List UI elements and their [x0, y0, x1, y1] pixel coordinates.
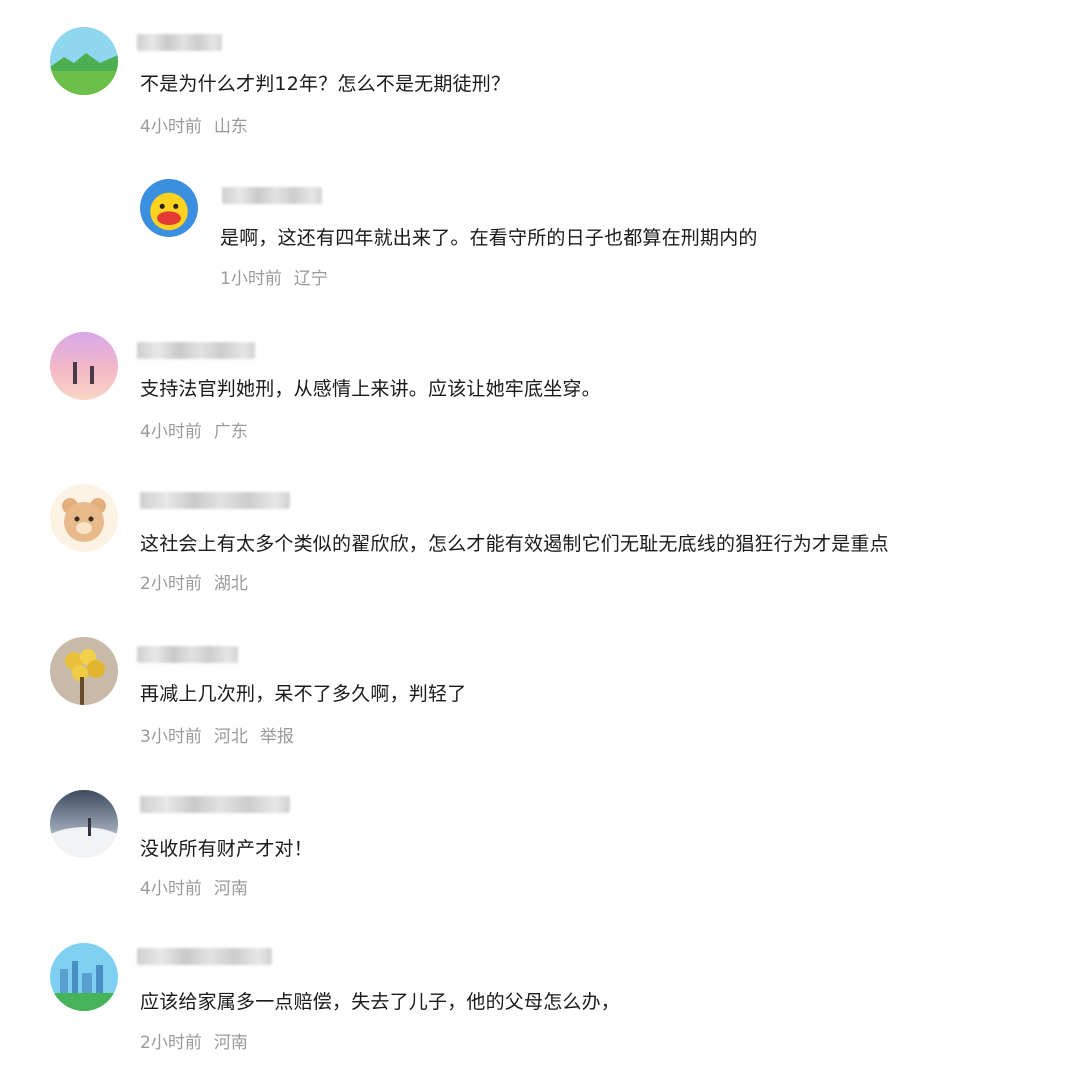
username-blurred[interactable] [137, 948, 272, 965]
reply-meta: 1小时前 辽宁 [220, 268, 340, 290]
comment-meta: 2小时前 湖北 [140, 573, 260, 595]
winter-avatar-icon[interactable] [50, 790, 118, 858]
comment-text: 不是为什么才判12年？怎么不是无期徒刑？ [140, 73, 511, 95]
comment-text: 应该给家属多一点赔偿，失去了儿子，他的父母怎么办， [140, 991, 621, 1013]
comment-time: 2小时前 [140, 574, 202, 594]
report-link[interactable]: 举报 [260, 727, 294, 747]
comment-meta: 4小时前 河南 [140, 878, 260, 900]
username-blurred[interactable] [140, 492, 290, 509]
comment-meta: 4小时前 广东 [140, 421, 260, 443]
comment-location: 山东 [213, 117, 248, 137]
reply-text: 是啊，这还有四年就出来了。在看守所的日子也都算在刑期内的 [220, 227, 758, 249]
reply-location: 辽宁 [293, 269, 328, 289]
comment-text: 再减上几次刑，呆不了多久啊，判轻了 [140, 683, 467, 705]
couple-sunset-avatar-icon[interactable] [50, 332, 118, 400]
comment-time: 3小时前 [140, 727, 202, 747]
comment-meta: 3小时前 河北 举报 [140, 726, 306, 748]
comment-location: 广东 [213, 422, 248, 442]
username-blurred[interactable] [137, 646, 238, 663]
comment-text: 支持法官判她刑，从感情上来讲。应该让她牢底坐穿。 [140, 378, 601, 400]
reply-time: 1小时前 [220, 269, 282, 289]
duck-avatar-icon[interactable] [140, 179, 198, 237]
bear-avatar-icon[interactable] [50, 484, 118, 552]
comment-time: 2小时前 [140, 1033, 202, 1053]
comment-meta: 2小时前 河南 [140, 1032, 260, 1054]
landscape-avatar-icon[interactable] [50, 27, 118, 95]
comment-time: 4小时前 [140, 879, 202, 899]
username-blurred[interactable] [137, 342, 255, 359]
comment-location: 河北 [213, 727, 248, 747]
username-blurred[interactable] [222, 187, 322, 204]
comment-location: 河南 [213, 879, 248, 899]
comment-item: 再减上几次刑，呆不了多久啊，判轻了 3小时前 河北 举报 [0, 610, 1080, 760]
comment-item: 支持法官判她刑，从感情上来讲。应该让她牢底坐穿。 4小时前 广东 [0, 310, 1080, 460]
comment-time: 4小时前 [140, 117, 202, 137]
comment-location: 湖北 [213, 574, 248, 594]
comment-item: 应该给家属多一点赔偿，失去了儿子，他的父母怎么办， 2小时前 河南 [0, 910, 1080, 1080]
comment-meta: 4小时前 山东 [140, 116, 260, 138]
flowers-avatar-icon[interactable] [50, 637, 118, 705]
comment-text: 没收所有财产才对！ [140, 838, 313, 860]
comment-text: 这社会上有太多个类似的翟欣欣，怎么才能有效遏制它们无耻无底线的猖狂行为才是重点 [140, 533, 889, 555]
username-blurred[interactable] [140, 796, 290, 813]
comment-item: 没收所有财产才对！ 4小时前 河南 [0, 760, 1080, 910]
username-blurred[interactable] [137, 34, 222, 51]
comment-time: 4小时前 [140, 422, 202, 442]
comment-item: 这社会上有太多个类似的翟欣欣，怎么才能有效遏制它们无耻无底线的猖狂行为才是重点 … [0, 460, 1080, 610]
city-skyline-avatar-icon[interactable] [50, 943, 118, 1011]
comment-location: 河南 [213, 1033, 248, 1053]
comment-item: 不是为什么才判12年？怎么不是无期徒刑？ 4小时前 山东 [0, 0, 1080, 150]
reply-item: 是啊，这还有四年就出来了。在看守所的日子也都算在刑期内的 1小时前 辽宁 [0, 170, 1080, 310]
